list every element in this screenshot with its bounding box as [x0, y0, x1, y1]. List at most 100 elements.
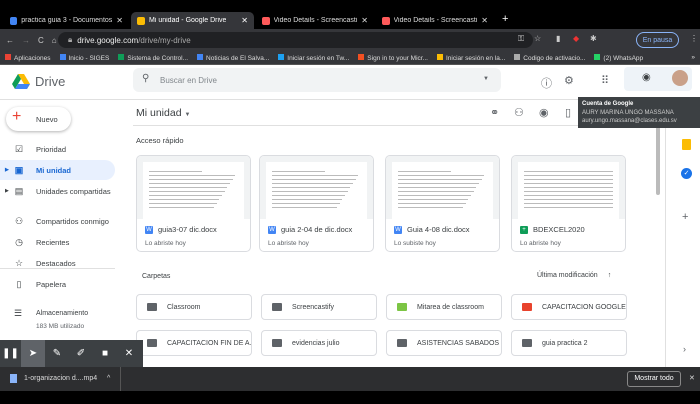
chevron-up-icon[interactable]: ^	[107, 375, 110, 382]
url-input[interactable]: 🔒︎ drive.google.com/drive/my-drive	[58, 32, 533, 48]
sidebar-item[interactable]: ◷ Recientes	[0, 232, 115, 252]
scrollbar[interactable]	[656, 125, 660, 195]
folder-item[interactable]: Mitarea de classroom	[386, 294, 502, 320]
pen-icon[interactable]: ✎	[45, 348, 69, 359]
extension-icon[interactable]: ◆	[573, 34, 579, 43]
show-all-button[interactable]: Mostrar todo	[627, 371, 681, 387]
bookmark-item[interactable]: Sign in to your Micr...	[358, 53, 428, 62]
new-tab-button[interactable]: +	[502, 13, 508, 25]
browser-tab[interactable]: Mi unidad - Google Drive ✕	[131, 12, 254, 29]
help-icon[interactable]: ⓘ	[541, 75, 552, 91]
sort-button[interactable]: Última modificación ↑	[537, 272, 611, 279]
back-icon[interactable]: ←	[6, 36, 14, 45]
sidebar-item[interactable]: ☑ Prioridad	[0, 139, 115, 159]
chevron-down-icon: ▼	[184, 112, 191, 118]
folder-item[interactable]: ASISTENCIAS SABADOS ...	[386, 330, 502, 356]
home-icon[interactable]: ⌂	[52, 36, 57, 45]
bookmark-item[interactable]: Inicio - SIGES	[59, 53, 109, 62]
quick-access-card[interactable]: W Guia 4-08 dic.docx Lo subiste hoy	[385, 155, 500, 252]
recent-icon: ◷	[15, 237, 23, 247]
pause-icon[interactable]: ❚❚	[0, 348, 21, 359]
bookmark-item[interactable]: Sistema de Control...	[118, 53, 188, 62]
close-icon[interactable]: ✕	[117, 348, 141, 359]
folder-icon	[522, 339, 532, 347]
folder-item[interactable]: Screencastify	[261, 294, 377, 320]
close-tab-icon[interactable]: ✕	[241, 16, 248, 25]
bookmark-icon	[514, 53, 521, 60]
bookmark-item[interactable]: Aplicaciones	[5, 53, 51, 62]
folder-item[interactable]: Classroom	[136, 294, 252, 320]
word-icon: W	[394, 225, 402, 234]
trash-icon: ▯	[16, 279, 22, 289]
search-icon[interactable]: ⚲	[142, 73, 149, 84]
bookmark-item[interactable]: Noticias de El Salva...	[197, 53, 269, 62]
folder-icon	[272, 303, 282, 311]
new-button[interactable]: + Nuevo	[6, 107, 71, 131]
puzzle-icon[interactable]: ✱	[590, 34, 597, 43]
share-icon[interactable]: ⚇	[514, 106, 524, 119]
my-drive-icon: ▣	[14, 165, 24, 175]
key-icon[interactable]: ⚿	[518, 34, 524, 44]
sidebar-item[interactable]: ▶ ▤ Unidades compartidas	[0, 181, 115, 201]
quick-access-card[interactable]: Wguia 2-04 de dic.docx Lo abriste hoy	[259, 155, 374, 252]
folder-item[interactable]: CAPACITACION GOOGLE ...	[511, 294, 627, 320]
camera-icon[interactable]: ■	[93, 348, 117, 359]
browser-tab[interactable]: Video Details - Screencastify ✕	[376, 12, 494, 29]
folder-item[interactable]: guia practica 2	[511, 330, 627, 356]
sidebar-item[interactable]: ⚇ Compartidos conmigo	[0, 211, 115, 231]
chevron-right-icon[interactable]: ›	[683, 344, 686, 354]
page-title[interactable]: Mi unidad ▼	[136, 107, 190, 119]
folder-icon	[397, 303, 407, 311]
add-addon-icon[interactable]: +	[682, 211, 688, 223]
more-bookmarks-icon[interactable]: »	[691, 54, 695, 61]
star-icon: ☆	[14, 258, 24, 268]
extension-icon[interactable]: ▮	[556, 34, 560, 43]
bookmark-icon	[358, 53, 365, 60]
star-icon[interactable]: ☆	[534, 34, 541, 43]
shared-with-me-icon: ⚇	[14, 216, 24, 226]
close-tab-icon[interactable]: ✕	[481, 16, 488, 25]
quick-access-card[interactable]: + BDEXCEL2020 Lo abriste hoy	[511, 155, 626, 252]
bookmark-item[interactable]: Iniciar sesión en la...	[437, 53, 505, 62]
sidebar-item[interactable]: ▶ ▣ Mi unidad	[0, 160, 115, 180]
browser-tab[interactable]: Video Details - Screencastify ✕	[256, 12, 374, 29]
bookmark-item[interactable]: Iniciar sesión en Tw...	[278, 53, 349, 62]
file-icon	[10, 374, 17, 383]
link-icon[interactable]: ⚭	[490, 106, 499, 119]
close-tab-icon[interactable]: ✕	[361, 16, 368, 25]
search-input[interactable]: ⚲ Buscar en Drive ▼	[133, 68, 501, 92]
close-tab-icon[interactable]: ✕	[116, 16, 123, 25]
folder-item[interactable]: CAPACITACION FIN DE A...	[136, 330, 252, 356]
profile-paused-button[interactable]: En pausa	[636, 32, 679, 48]
tasks-icon[interactable]: ✓	[681, 168, 692, 179]
quick-access-card[interactable]: Wguia3-07 dic.docx Lo abriste hoy	[136, 155, 251, 252]
sheets-icon: +	[520, 225, 528, 234]
forward-icon[interactable]: →	[22, 36, 30, 45]
keep-icon[interactable]	[682, 139, 691, 150]
preview-icon[interactable]: ◉	[539, 106, 549, 119]
favicon-icon	[262, 16, 270, 25]
highlighter-icon[interactable]: ✐	[69, 348, 93, 359]
close-icon[interactable]: ✕	[689, 374, 695, 382]
avatar[interactable]	[672, 70, 688, 86]
bookmark-item[interactable]: (2) WhatsApp	[594, 53, 643, 62]
bookmark-item[interactable]: Codigo de activacio...	[514, 53, 585, 62]
reload-icon[interactable]: C	[38, 36, 44, 45]
bookmark-icon	[278, 53, 285, 60]
lock-icon: 🔒︎	[68, 35, 73, 44]
folder-item[interactable]: evidencias julio	[261, 330, 377, 356]
download-bar: 1-organizacion d....mp4 ^ Mostrar todo ✕	[0, 367, 700, 391]
menu-icon[interactable]: ⋮	[690, 34, 698, 43]
folder-icon	[272, 339, 282, 347]
sidebar-item[interactable]: ☆ Destacados	[0, 253, 115, 273]
browser-tab[interactable]: practica guia 3 - Documentos de ✕	[4, 12, 129, 29]
favicon-icon	[10, 16, 18, 25]
cursor-icon[interactable]: ➤	[21, 340, 45, 367]
settings-icon[interactable]: ⚙	[564, 74, 574, 87]
search-options-icon[interactable]: ▼	[483, 76, 489, 82]
trash-icon[interactable]: ▯	[565, 106, 571, 119]
download-item[interactable]: 1-organizacion d....mp4	[24, 375, 97, 382]
file-thumbnail	[386, 156, 499, 219]
apps-grid-icon[interactable]: ⠿	[601, 74, 609, 87]
sidebar-item[interactable]: ▯ Papelera	[0, 274, 115, 294]
